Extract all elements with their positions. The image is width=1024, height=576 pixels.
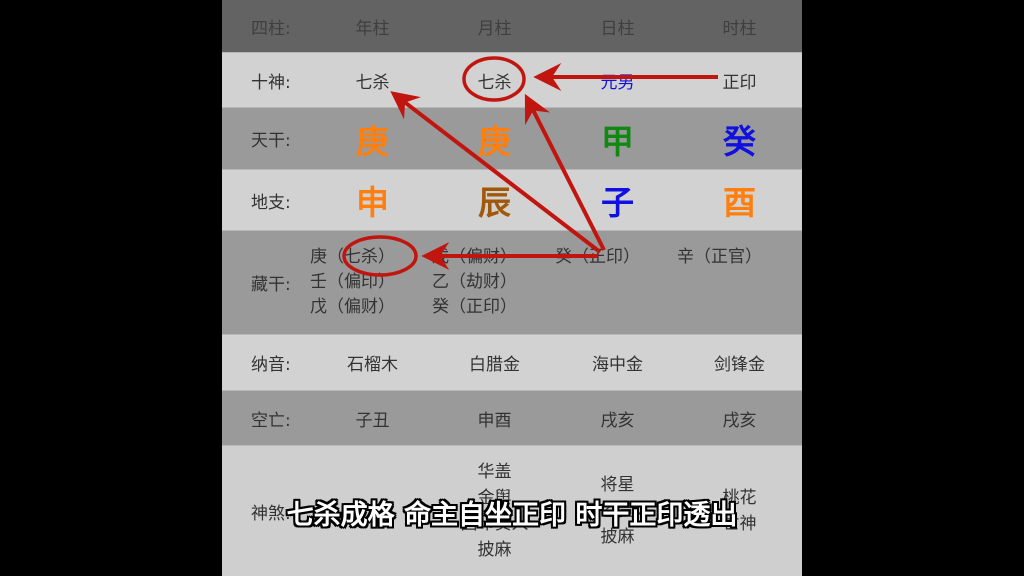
hidden-stems-hour: 辛（正官） — [677, 231, 802, 334]
row-label: 地支: — [251, 192, 291, 213]
ten-god-year: 七杀 — [355, 72, 390, 93]
list-item: 乙（劫财） — [432, 272, 517, 292]
branch-year: 申 — [356, 183, 389, 222]
nayin-month: 白腊金 — [469, 355, 520, 375]
stem-day: 甲 — [601, 121, 634, 161]
nayin-day: 海中金 — [592, 355, 643, 375]
heavenly-stems-row: 天干: 庚 庚 甲 癸 — [222, 108, 802, 170]
nayin-hour: 剑锋金 — [714, 355, 765, 375]
branch-day: 子 — [601, 183, 634, 222]
list-item: 戊（偏财） — [310, 297, 395, 317]
pillars-header-row: 四柱: 年柱 月柱 日柱 时柱 — [222, 0, 802, 53]
hidden-stems-day: 癸（正印） — [555, 231, 680, 334]
earthly-branches-row: 地支: 申 辰 子 酉 — [222, 170, 802, 231]
list-item: 庚（七杀） — [310, 247, 395, 267]
void-row: 空亡: 子丑 申酉 戌亥 戌亥 — [222, 391, 802, 446]
ten-god-hour: 正印 — [722, 72, 757, 93]
list-item: 华盖 — [477, 462, 512, 482]
ten-god-month: 七杀 — [477, 72, 512, 93]
list-item: 辛（正官） — [677, 247, 762, 267]
row-label: 藏干: — [251, 275, 291, 295]
row-label: 纳音: — [251, 355, 291, 375]
list-item: 癸（正印） — [432, 297, 517, 317]
stem-year: 庚 — [356, 121, 389, 161]
stem-hour: 癸 — [723, 121, 756, 161]
hidden-stems-month: 戊（偏财） 乙（劫财） 癸（正印） — [432, 231, 557, 334]
list-item: 癸（正印） — [555, 247, 640, 267]
row-label: 天干: — [251, 131, 291, 151]
row-label: 空亡: — [251, 410, 291, 431]
stem-month: 庚 — [478, 121, 511, 161]
list-item: 披麻 — [477, 540, 512, 560]
hidden-stems-row: 藏干: 庚（七杀） 壬（偏印） 戊（偏财） 戊（偏财） 乙（劫财） 癸（正印） 癸（正印… — [222, 231, 802, 335]
month-pillar-header: 月柱 — [477, 18, 512, 39]
bazi-chart-panel: 四柱: 年柱 月柱 日柱 时柱 十神: 七杀 七杀 元男 正印 天干: 庚 庚 … — [222, 0, 802, 576]
row-label: 四柱: — [251, 18, 291, 39]
hour-pillar-header: 时柱 — [722, 18, 757, 39]
hidden-stems-year: 庚（七杀） 壬（偏印） 戊（偏财） — [310, 231, 435, 334]
list-item: 壬（偏印） — [310, 272, 395, 292]
branch-month: 辰 — [478, 183, 511, 222]
row-label: 十神: — [251, 72, 291, 93]
day-pillar-header: 日柱 — [600, 18, 635, 39]
year-pillar-header: 年柱 — [355, 18, 390, 39]
video-subtitle: 七杀成格 命主自坐正印 时干正印透出 — [286, 500, 738, 531]
nayin-row: 纳音: 石榴木 白腊金 海中金 剑锋金 — [222, 335, 802, 391]
nayin-year: 石榴木 — [347, 355, 398, 375]
list-item: 戊（偏财） — [432, 247, 517, 267]
ten-god-day: 元男 — [600, 72, 635, 93]
void-day: 戌亥 — [600, 410, 635, 431]
void-month: 申酉 — [477, 410, 512, 431]
void-hour: 戌亥 — [722, 410, 757, 431]
void-year: 子丑 — [355, 410, 390, 431]
ten-gods-row: 十神: 七杀 七杀 元男 正印 — [222, 53, 802, 108]
branch-hour: 酉 — [723, 183, 756, 222]
